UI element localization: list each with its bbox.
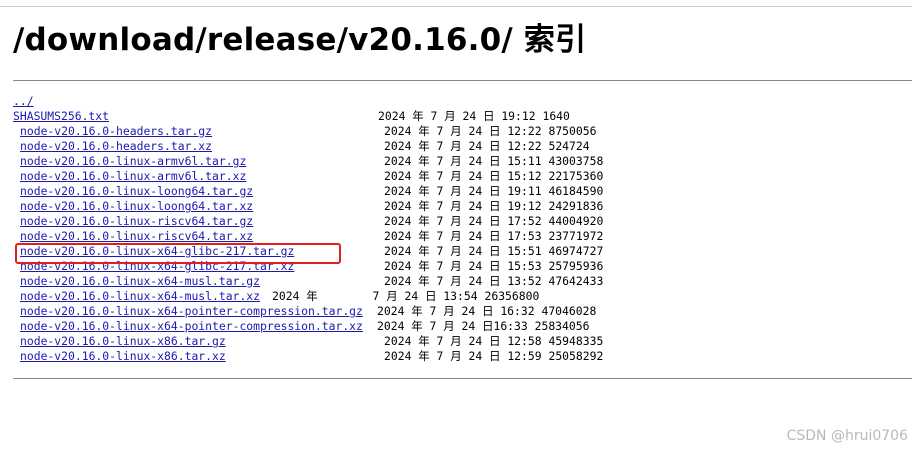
file-meta: 2024 年 7 月 24 日 13:54 26356800	[272, 289, 540, 303]
file-link[interactable]: node-v20.16.0-headers.tar.xz	[20, 139, 212, 154]
file-meta: 2024 年 7 月 24 日16:33 25834056	[377, 319, 590, 333]
file-meta: 2024 年 7 月 24 日 19:11 46184590	[384, 184, 604, 198]
file-link[interactable]: node-v20.16.0-linux-riscv64.tar.gz	[20, 214, 253, 229]
file-link[interactable]: node-v20.16.0-linux-x86.tar.gz	[20, 334, 226, 349]
file-link[interactable]: node-v20.16.0-linux-armv6l.tar.xz	[20, 169, 246, 184]
file-meta: 2024 年 7 月 24 日 12:58 45948335	[384, 334, 604, 348]
file-meta: 2024 年 7 月 24 日 12:22 8750056	[384, 124, 597, 138]
file-meta: 2024 年 7 月 24 日 16:32 47046028	[377, 304, 597, 318]
file-link[interactable]: node-v20.16.0-linux-x64-pointer-compress…	[20, 304, 363, 319]
file-link[interactable]: node-v20.16.0-linux-x64-glibc-217.tar.gz	[20, 244, 294, 259]
file-meta: 2024 年 7 月 24 日 17:52 44004920	[384, 214, 604, 228]
file-link[interactable]: node-v20.16.0-linux-armv6l.tar.gz	[20, 154, 246, 169]
file-link[interactable]: node-v20.16.0-linux-loong64.tar.gz	[20, 184, 253, 199]
file-link[interactable]: node-v20.16.0-linux-loong64.tar.xz	[20, 199, 253, 214]
file-link[interactable]: node-v20.16.0-headers.tar.gz	[20, 124, 212, 139]
file-meta: 2024 年 7 月 24 日 15:12 22175360	[384, 169, 604, 183]
file-meta: 2024 年 7 月 24 日 19:12 1640	[378, 109, 570, 123]
file-meta: 2024 年 7 月 24 日 17:53 23771972	[384, 229, 604, 243]
watermark: CSDN @hrui0706	[786, 428, 908, 444]
file-link[interactable]: node-v20.16.0-linux-x64-musl.tar.xz	[20, 289, 260, 304]
file-meta: 2024 年 7 月 24 日 15:53 25795936	[384, 259, 604, 273]
file-link[interactable]: node-v20.16.0-linux-x86.tar.xz	[20, 349, 226, 364]
file-link[interactable]: SHASUMS256.txt	[13, 109, 109, 124]
parent-directory-link[interactable]: ../	[13, 94, 34, 109]
file-link[interactable]: node-v20.16.0-linux-riscv64.tar.xz	[20, 229, 253, 244]
browser-top-border	[0, 6, 912, 7]
file-meta: 2024 年 7 月 24 日 19:12 24291836	[384, 199, 604, 213]
file-meta: 2024 年 7 月 24 日 12:22 524724	[384, 139, 590, 153]
file-link[interactable]: node-v20.16.0-linux-x64-glibc-217.tar.xz	[20, 259, 294, 274]
file-meta: 2024 年 7 月 24 日 12:59 25058292	[384, 349, 604, 363]
file-meta: 2024 年 7 月 24 日 15:51 46974727	[384, 244, 604, 258]
file-meta: 2024 年 7 月 24 日 13:52 47642433	[384, 274, 604, 288]
file-link[interactable]: node-v20.16.0-linux-x64-musl.tar.gz	[20, 274, 260, 289]
page-title: /download/release/v20.16.0/ 索引	[13, 22, 587, 58]
top-divider	[13, 80, 912, 81]
file-meta: 2024 年 7 月 24 日 15:11 43003758	[384, 154, 604, 168]
file-link[interactable]: node-v20.16.0-linux-x64-pointer-compress…	[20, 319, 363, 334]
bottom-divider	[13, 378, 912, 379]
